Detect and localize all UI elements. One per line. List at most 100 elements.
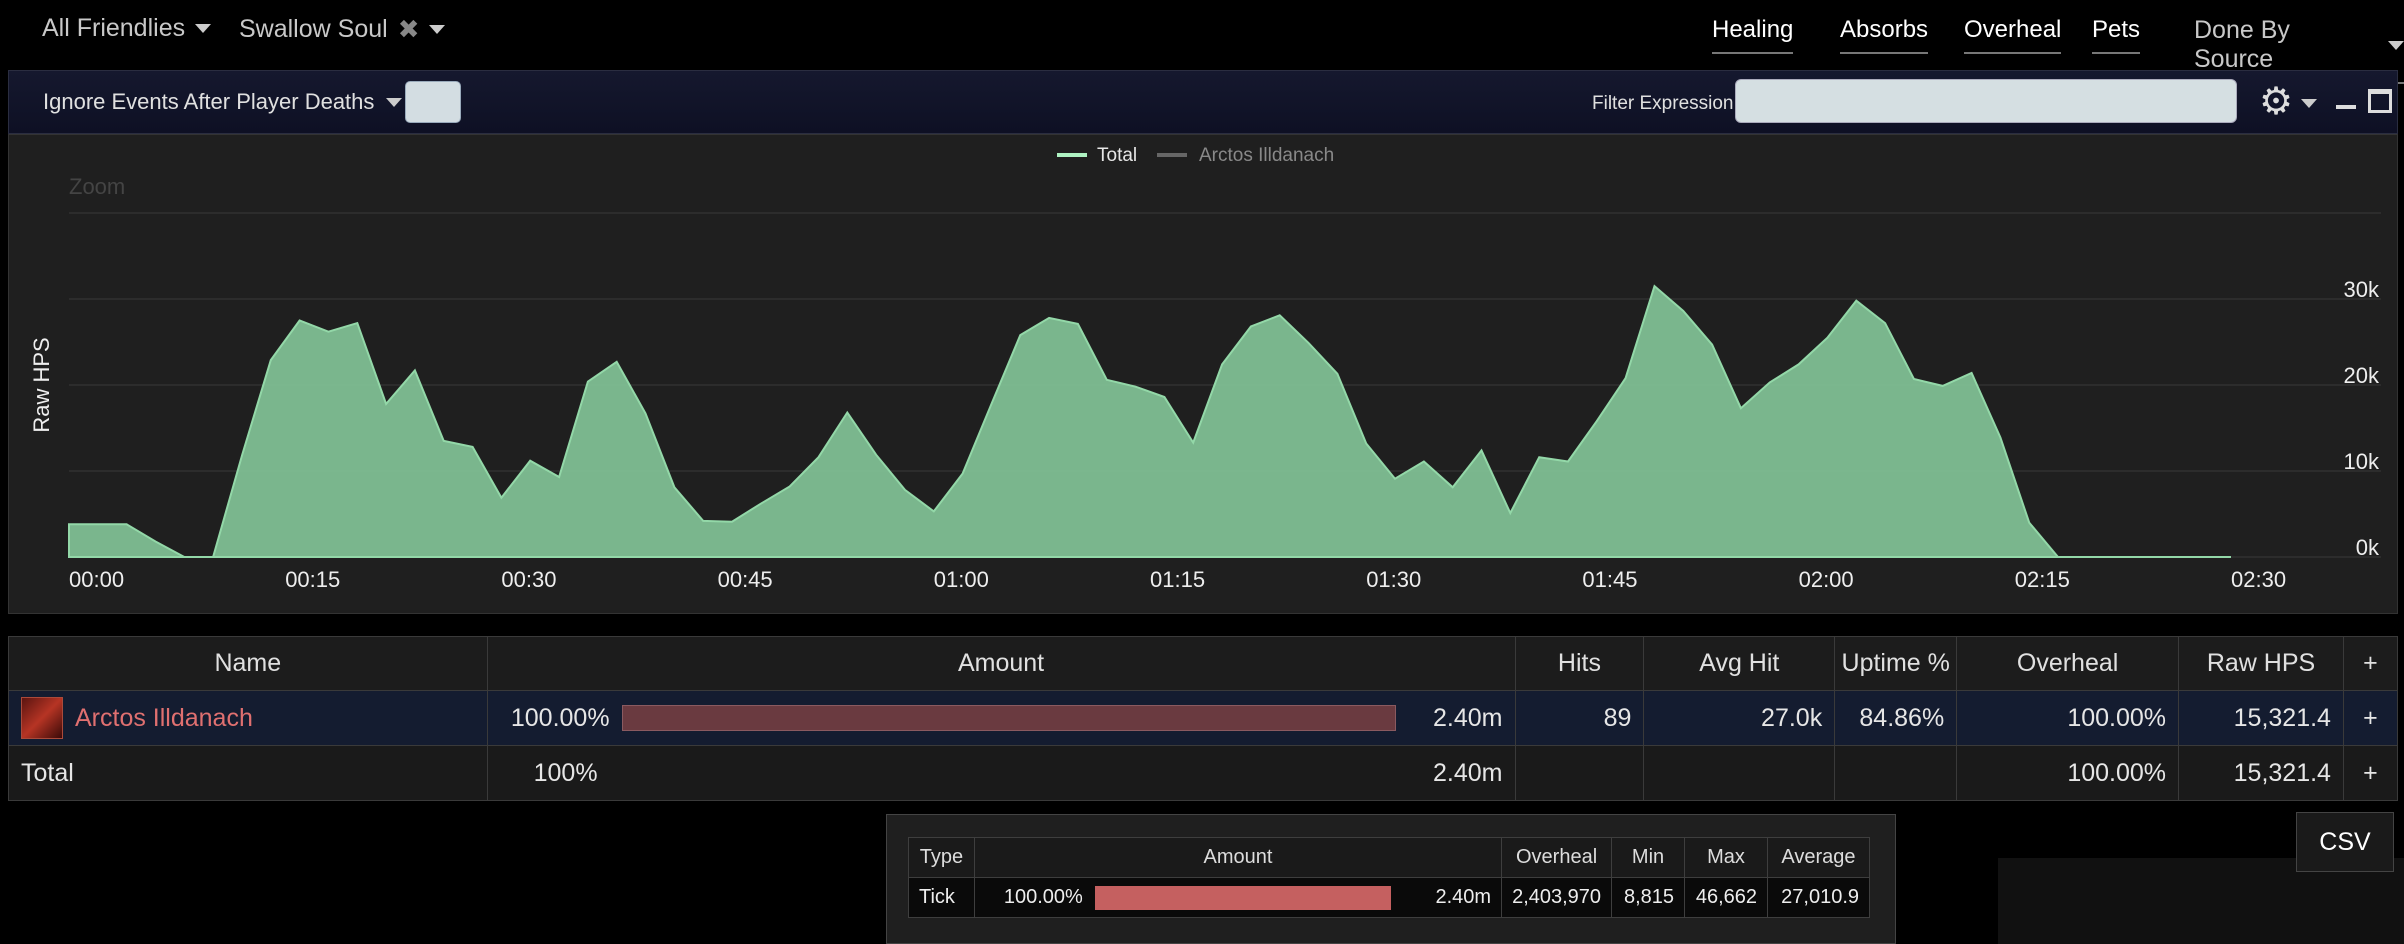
cell-raw-hps: 15,321.4 (2178, 690, 2344, 746)
avatar (21, 697, 63, 739)
x-tick-label: 00:30 (501, 567, 556, 592)
bcol-min: Min (1611, 837, 1686, 878)
bcell-amount-value: 2.40m (1435, 886, 1492, 908)
total-expand-button[interactable]: + (2342, 745, 2399, 801)
healing-table: Name Amount Hits Avg Hit Uptime % Overhe… (8, 636, 2399, 801)
x-tick-label: 01:45 (1582, 567, 1637, 592)
bcol-average: Average (1767, 837, 1870, 878)
chart-legend: Total Arctos Illdanach (1057, 145, 1334, 166)
gear-icon[interactable]: ⚙ (2259, 79, 2293, 124)
cell-total-raw-hps: 15,321.4 (2178, 745, 2344, 801)
ability-label: Swallow Soul (239, 15, 388, 43)
cell-total-overheal: 100.00% (1956, 745, 2180, 801)
bcol-amount: Amount (973, 837, 1503, 878)
x-tick-label: 02:30 (2231, 567, 2286, 592)
tab-absorbs[interactable]: Absorbs (1840, 16, 1929, 54)
cell-overheal: 100.00% (1956, 690, 2180, 746)
x-tick-label: 01:00 (934, 567, 989, 592)
filter-bar: Ignore Events After Player Deaths Filter… (8, 70, 2398, 134)
bcell-max: 46,662 (1684, 877, 1768, 918)
total-percent: 100% (533, 758, 598, 787)
y-tick-label: 20k (2344, 363, 2380, 388)
x-axis-ticks: 00:00 00:15 00:30 00:45 01:00 01:15 01:30 01:45… (69, 567, 2286, 592)
tab-pets[interactable]: Pets (2092, 16, 2141, 54)
cell-empty (1834, 745, 1958, 801)
bcol-type: Type (908, 837, 975, 878)
chevron-down-icon (386, 97, 403, 107)
csv-button[interactable]: CSV (2296, 812, 2394, 872)
top-bar: All Friendlies Swallow Soul ✖ Healing Ab… (0, 0, 2404, 84)
chevron-down-icon[interactable] (2301, 99, 2317, 108)
ignore-events-label: Ignore Events After Player Deaths (43, 89, 375, 114)
x-tick-label: 00:45 (718, 567, 773, 592)
x-tick-label: 00:15 (285, 567, 340, 592)
ability-dropdown[interactable]: Swallow Soul ✖ (239, 14, 446, 45)
x-tick-label: 02:15 (2015, 567, 2070, 592)
x-tick-label: 02:00 (1799, 567, 1854, 592)
cell-avg-hit: 27.0k (1643, 690, 1836, 746)
maximize-icon[interactable] (2368, 89, 2392, 113)
cell-empty (1643, 745, 1836, 801)
done-by-label: Done By Source (2194, 16, 2290, 73)
cell-hits: 89 (1514, 690, 1645, 746)
col-avg-hit[interactable]: Avg Hit (1643, 636, 1836, 691)
minimize-icon[interactable] (2336, 105, 2356, 109)
cell-total-label: Total (8, 745, 488, 801)
chevron-down-icon (429, 25, 446, 34)
cell-amount: 100.00% 2.40m (486, 690, 1516, 746)
tab-overheal[interactable]: Overheal (1964, 16, 2062, 54)
bcell-percent: 100.00% (1003, 886, 1083, 908)
tab-healing[interactable]: Healing (1712, 16, 1794, 54)
x-tick-label: 01:30 (1366, 567, 1421, 592)
col-hits[interactable]: Hits (1514, 636, 1645, 691)
bcol-overheal: Overheal (1501, 837, 1613, 878)
ignore-events-dropdown[interactable]: Ignore Events After Player Deaths (43, 89, 403, 115)
expand-button[interactable]: + (2342, 690, 2399, 746)
bcell-type: Tick (908, 877, 975, 918)
col-plus[interactable]: + (2342, 636, 2399, 691)
x-tick-label: 00:00 (69, 567, 124, 592)
bcell-min: 8,815 (1611, 877, 1686, 918)
total-row: Total 100% 2.40m 100.00% 15,321.4 + (8, 745, 2399, 801)
breakdown-popup: Type Amount Overheal Min Max Average Tic… (886, 814, 1896, 944)
col-raw-hps[interactable]: Raw HPS (2178, 636, 2344, 691)
filter-expression-input[interactable] (1735, 79, 2237, 123)
y-tick-label: 10k (2344, 449, 2380, 474)
player-name[interactable]: Arctos Illdanach (75, 704, 253, 733)
clear-icon[interactable]: ✖ (398, 14, 420, 45)
x-tick-label: 01:15 (1150, 567, 1205, 592)
chevron-down-icon (195, 24, 212, 33)
col-amount[interactable]: Amount (486, 636, 1516, 691)
y-tick-label: 30k (2344, 277, 2380, 302)
breakdown-bar (1094, 885, 1391, 910)
breakdown-header-row: Type Amount Overheal Min Max Average (908, 837, 1870, 878)
amount-percent: 100.00% (510, 703, 610, 732)
bcol-max: Max (1684, 837, 1768, 878)
table-row[interactable]: Arctos Illdanach 100.00% 2.40m 89 27.0k … (8, 690, 2399, 746)
cell-empty (1514, 745, 1645, 801)
legend-label-total[interactable]: Total (1097, 145, 1137, 166)
chart-panel: Total Arctos Illdanach Zoom Raw HPS 0k 10… (8, 134, 2398, 614)
filter-expression-label: Filter Expression: (1592, 93, 1739, 114)
hps-chart[interactable]: Total Arctos Illdanach Zoom Raw HPS 0k 10… (9, 135, 2399, 615)
bcell-amount: 100.00% 2.40m (973, 877, 1503, 918)
y-axis-label: Raw HPS (29, 337, 54, 432)
col-overheal[interactable]: Overheal (1956, 636, 2180, 691)
cell-name[interactable]: Arctos Illdanach (8, 690, 488, 746)
col-uptime[interactable]: Uptime % (1834, 636, 1958, 691)
amount-bar (621, 705, 1396, 731)
friendlies-dropdown[interactable]: All Friendlies (42, 14, 212, 43)
bcell-overheal: 2,403,970 (1501, 877, 1613, 918)
breakdown-table: Type Amount Overheal Min Max Average Tic… (908, 837, 1870, 918)
total-amount-value: 2.40m (1433, 758, 1503, 787)
series-area-total (68, 284, 2231, 558)
friendlies-label: All Friendlies (42, 14, 186, 42)
zoom-label[interactable]: Zoom (69, 174, 125, 199)
bcell-average: 27,010.9 (1767, 877, 1870, 918)
y-axis-ticks: 0k 10k 20k 30k (2344, 277, 2380, 560)
option-box[interactable] (405, 81, 461, 123)
col-name[interactable]: Name (8, 636, 488, 691)
y-tick-label: 0k (2356, 535, 2380, 560)
legend-label-arctos[interactable]: Arctos Illdanach (1199, 145, 1334, 166)
breakdown-row: Tick 100.00% 2.40m 2,403,970 8,815 46,66… (908, 877, 1870, 918)
